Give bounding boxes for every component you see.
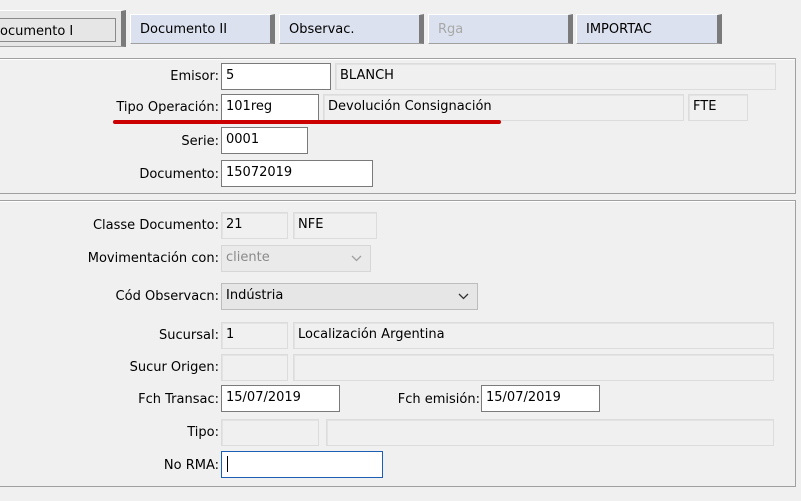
emisor-name-field: BLANCH [335,63,776,90]
emisor-label: Emisor: [170,69,219,84]
no-rma-field[interactable] [221,451,383,478]
movimentacion-select: cliente [221,245,371,272]
movimentacion-value: cliente [226,250,270,265]
cod-observacion-select[interactable]: Indústria [221,283,478,310]
tipo-operacion-description-field: Devolución Consignación [323,94,684,121]
tab-label: IMPORTAC [586,22,652,37]
tab-label: ocumento I [0,24,74,39]
tipo-operacion-code-field[interactable]: 101reg [221,94,319,121]
tab-observac[interactable]: Observac. [279,14,424,44]
tab-documento-i-focus-frame: ocumento I [0,18,116,42]
documento-label: Documento: [139,167,219,182]
tipo-operacion-extra-field: FTE [688,94,748,121]
tab-strip: ocumento I Documento II Observac. Rga IM… [0,0,801,50]
tab-label: Rga [438,22,464,37]
chevron-down-icon [458,293,469,300]
sucursal-code-field: 1 [221,322,288,349]
sucursal-label: Sucursal: [159,328,219,343]
tipo-operacion-label: Tipo Operación: [116,100,219,115]
fch-transac-field[interactable]: 15/07/2019 [221,385,340,412]
movimentacion-label: Movimentación con: [87,251,219,266]
fch-emision-field[interactable]: 15/07/2019 [481,385,600,412]
fch-emision-label: Fch emisión: [397,392,480,407]
tab-label: Documento II [140,22,228,37]
tipo-label: Tipo: [187,425,219,440]
tab-label: Observac. [289,22,355,37]
tab-documento-ii[interactable]: Documento II [130,14,275,44]
serie-label: Serie: [181,134,219,149]
serie-field[interactable]: 0001 [221,127,308,154]
sucursal-name-field: Localización Argentina [293,322,774,349]
emisor-code-field[interactable]: 5 [221,63,331,90]
tipo-code-field [221,419,319,446]
tab-documento-i[interactable]: ocumento I [0,10,126,47]
classe-documento-label: Classe Documento: [92,218,219,233]
tab-importac[interactable]: IMPORTAC [576,14,722,44]
chevron-down-icon [351,255,362,262]
sucur-origen-name-field [293,354,774,381]
cod-observacion-value: Indústria [226,288,284,303]
sucur-origen-label: Sucur Origen: [129,360,219,375]
tipo-name-field [326,419,774,446]
classe-documento-name-field: NFE [293,212,377,239]
no-rma-label: No RMA: [163,458,219,473]
text-caret [227,456,228,472]
tab-rga: Rga [428,14,573,44]
classe-documento-code-field: 21 [221,212,288,239]
cod-observacion-label: Cód Observacn: [115,289,219,304]
documento-field[interactable]: 15072019 [221,160,373,187]
annotation-underline [113,120,501,124]
sucur-origen-code-field [221,354,288,381]
fch-transac-label: Fch Transac: [138,392,219,407]
